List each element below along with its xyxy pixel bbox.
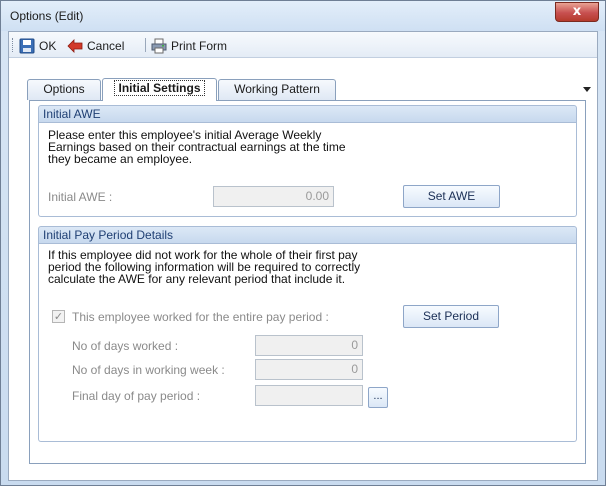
initial-awe-label: Initial AWE : bbox=[48, 190, 113, 204]
cancel-button[interactable]: Cancel bbox=[67, 37, 124, 54]
ok-label: OK bbox=[39, 38, 57, 53]
toolbar: OK Cancel Print Form bbox=[9, 32, 597, 58]
options-dialog: Options (Edit) x OK Cancel Print Form Op… bbox=[0, 0, 606, 486]
toolbar-separator bbox=[145, 38, 146, 52]
pay-period-description: If this employee did not work for the wh… bbox=[48, 248, 361, 286]
tab-options[interactable]: Options bbox=[27, 79, 101, 100]
window-title: Options (Edit) bbox=[10, 9, 84, 23]
initial-awe-input[interactable]: 0.00 bbox=[213, 186, 334, 207]
days-worked-label: No of days worked : bbox=[72, 339, 179, 353]
final-day-label: Final day of pay period : bbox=[72, 389, 201, 403]
initial-awe-description: Please enter this employee's initial Ave… bbox=[48, 128, 346, 166]
initial-awe-group: Please enter this employee's initial Ave… bbox=[38, 123, 577, 217]
days-week-label: No of days in working week : bbox=[72, 363, 225, 377]
initial-awe-header: Initial AWE bbox=[38, 105, 577, 123]
date-picker-button[interactable]: ... bbox=[368, 387, 388, 408]
tab-working-pattern[interactable]: Working Pattern bbox=[218, 79, 336, 100]
ok-button[interactable]: OK bbox=[19, 37, 56, 54]
days-week-input[interactable]: 0 bbox=[255, 359, 363, 380]
final-day-input[interactable] bbox=[255, 385, 363, 406]
set-period-button[interactable]: Set Period bbox=[403, 305, 499, 328]
close-icon: x bbox=[572, 4, 582, 19]
days-worked-input[interactable]: 0 bbox=[255, 335, 363, 356]
pay-period-group: If this employee did not work for the wh… bbox=[38, 244, 577, 442]
print-form-label: Print Form bbox=[171, 38, 228, 53]
tab-container: Options Initial Settings Working Pattern… bbox=[9, 59, 597, 480]
tab-overflow-chevron-down-icon[interactable] bbox=[583, 87, 591, 92]
toolbar-grip-icon[interactable] bbox=[12, 38, 15, 52]
tab-initial-settings[interactable]: Initial Settings bbox=[102, 78, 217, 101]
save-icon bbox=[19, 38, 35, 54]
dialog-body: OK Cancel Print Form Options Initial Set… bbox=[8, 31, 598, 481]
tab-options-label: Options bbox=[43, 82, 85, 96]
title-bar[interactable]: Options (Edit) x bbox=[1, 1, 605, 31]
tab-working-pattern-label: Working Pattern bbox=[234, 82, 320, 96]
close-button[interactable]: x bbox=[555, 2, 599, 22]
set-awe-button[interactable]: Set AWE bbox=[403, 185, 500, 208]
entire-period-checkbox[interactable]: ✓ bbox=[52, 310, 65, 323]
initial-settings-panel: Initial AWE Please enter this employee's… bbox=[29, 100, 586, 464]
cancel-label: Cancel bbox=[87, 38, 125, 53]
print-form-button[interactable]: Print Form bbox=[151, 37, 227, 54]
pay-period-header: Initial Pay Period Details bbox=[38, 226, 577, 244]
tab-initial-settings-label: Initial Settings bbox=[114, 80, 205, 96]
print-icon bbox=[151, 38, 167, 54]
back-arrow-icon bbox=[67, 38, 83, 54]
entire-period-label: This employee worked for the entire pay … bbox=[72, 310, 329, 324]
checkmark-icon: ✓ bbox=[53, 310, 64, 323]
